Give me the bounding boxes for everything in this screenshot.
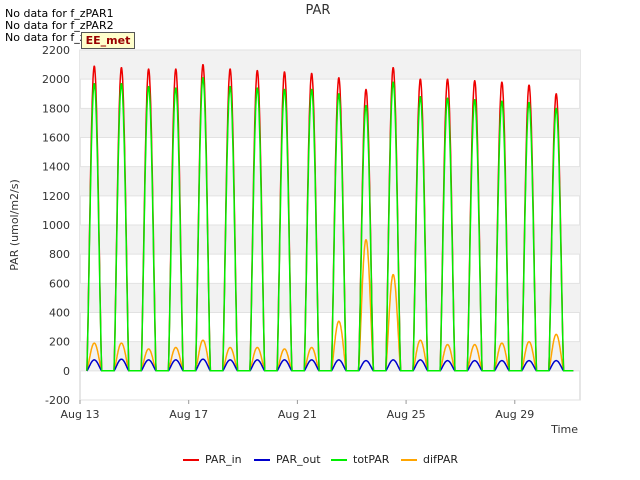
y-tick-label: 0 [63, 365, 70, 378]
legend-label-par-out: PAR_out [276, 453, 321, 466]
legend-item-par-out: PAR_out [254, 452, 321, 468]
legend-label-par-in: PAR_in [205, 453, 242, 466]
y-tick-label: 400 [49, 307, 70, 320]
site-badge: EE_met [81, 32, 135, 49]
legend-item-difpar: difPAR [401, 452, 458, 468]
y-tick-label: 2200 [42, 44, 70, 57]
legend-swatch-totpar [331, 459, 347, 461]
x-tick-label: Aug 21 [278, 408, 317, 421]
grid-band [80, 50, 580, 80]
legend-label-totpar: totPAR [353, 453, 390, 466]
y-tick-label: 2000 [42, 73, 70, 86]
legend-swatch-par-in [183, 459, 199, 461]
x-axis-ticks: Aug 13 Aug 17 Aug 21 Aug 25 Aug 29 [61, 400, 534, 421]
legend-swatch-par-out [254, 459, 270, 461]
grid-band [80, 225, 580, 255]
y-tick-label: 1800 [42, 102, 70, 115]
y-tick-label: 200 [49, 336, 70, 349]
y-tick-label: 1600 [42, 132, 70, 145]
chart-title: PAR [306, 3, 331, 18]
y-tick-label: 800 [49, 248, 70, 261]
y-tick-label: -200 [45, 394, 70, 407]
y-axis-label: PAR (umol/m2/s) [8, 179, 21, 271]
y-tick-label: 1400 [42, 161, 70, 174]
legend-swatch-difpar [401, 459, 417, 461]
par-chart: -200 0 200 400 600 800 1000 1200 1400 1600 1800 200… [8, 3, 581, 436]
y-tick-label: 600 [49, 277, 70, 290]
y-tick-label: 1000 [42, 219, 70, 232]
x-tick-label: Aug 13 [61, 408, 100, 421]
x-tick-label: Aug 17 [169, 408, 208, 421]
legend-label-difpar: difPAR [423, 453, 459, 466]
legend-item-par-in: PAR_in [183, 452, 242, 468]
x-axis-label: Time [550, 423, 578, 436]
x-tick-label: Aug 29 [495, 408, 534, 421]
x-tick-label: Aug 25 [387, 408, 426, 421]
y-axis-ticks: -200 0 200 400 600 800 1000 1200 1400 1600 1800 200… [42, 44, 70, 407]
y-tick-label: 1200 [42, 190, 70, 203]
legend-item-totpar: totPAR [331, 452, 389, 468]
